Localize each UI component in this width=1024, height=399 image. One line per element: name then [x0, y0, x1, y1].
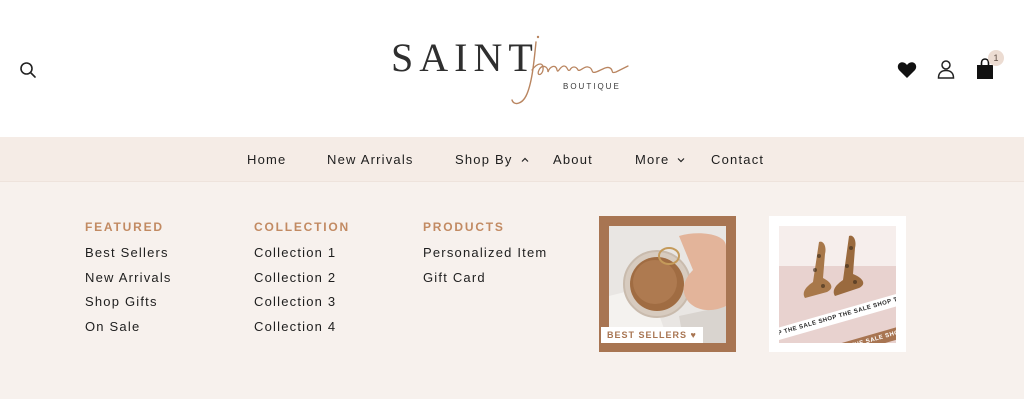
menu-link-collection-3[interactable]: Collection 3 — [254, 294, 350, 319]
heart-icon[interactable] — [895, 58, 919, 82]
promo-image-boots: SHOP THE SALE SHOP THE SALE SHOP THE SAL… — [779, 226, 896, 343]
nav-item-more[interactable]: More — [635, 152, 686, 167]
menu-link-new-arrivals[interactable]: New Arrivals — [85, 270, 172, 295]
menu-link-best-sellers[interactable]: Best Sellers — [85, 245, 172, 270]
logo-subtitle: BOUTIQUE — [563, 82, 621, 91]
menu-link-personalized-item[interactable]: Personalized Item — [423, 245, 547, 270]
promo-tag-text: BEST SELLERS — [607, 330, 688, 340]
chevron-down-icon — [677, 157, 685, 162]
search-icon[interactable] — [16, 58, 40, 82]
promo-image-coffee — [609, 226, 726, 343]
menu-link-shop-gifts[interactable]: Shop Gifts — [85, 294, 172, 319]
user-icon[interactable] — [934, 57, 958, 81]
main-navigation: Home New Arrivals Shop By About More Con… — [0, 137, 1024, 182]
menu-column-title: COLLECTION — [254, 220, 350, 234]
nav-item-about[interactable]: About — [553, 152, 593, 167]
menu-link-collection-2[interactable]: Collection 2 — [254, 270, 350, 295]
nav-item-new-arrivals[interactable]: New Arrivals — [327, 152, 414, 167]
chevron-up-icon — [521, 157, 528, 162]
nav-item-home[interactable]: Home — [247, 152, 286, 167]
logo-script-james — [511, 35, 629, 105]
nav-item-contact[interactable]: Contact — [711, 152, 764, 167]
promo-shop-the-sale[interactable]: SHOP THE SALE SHOP THE SALE SHOP THE SAL… — [769, 216, 906, 352]
menu-column-title: PRODUCTS — [423, 220, 505, 234]
nav-item-shop-by-label: Shop By — [455, 152, 513, 167]
promo-tag-label: BEST SELLERS ♥ — [601, 327, 703, 343]
promo-best-sellers[interactable]: BEST SELLERS ♥ — [599, 216, 736, 352]
menu-link-gift-card[interactable]: Gift Card — [423, 270, 547, 295]
menu-link-collection-4[interactable]: Collection 4 — [254, 319, 350, 344]
menu-column-collection: COLLECTION Collection 1 Collection 2 Col… — [254, 220, 350, 343]
site-header: SAINT BOUTIQUE 1 — [0, 0, 1024, 137]
menu-column-featured: FEATURED Best Sellers New Arrivals Shop … — [85, 220, 172, 343]
menu-column-title: FEATURED — [85, 220, 164, 234]
nav-item-shop-by[interactable]: Shop By — [455, 152, 530, 167]
menu-link-on-sale[interactable]: On Sale — [85, 319, 172, 344]
menu-link-collection-1[interactable]: Collection 1 — [254, 245, 350, 270]
menu-column-products: PRODUCTS Personalized Item Gift Card — [423, 220, 547, 294]
site-logo[interactable]: SAINT BOUTIQUE — [388, 32, 629, 110]
nav-item-more-label: More — [635, 152, 670, 167]
cart-count-badge: 1 — [988, 50, 1004, 66]
small-heart-icon: ♥ — [690, 330, 697, 340]
